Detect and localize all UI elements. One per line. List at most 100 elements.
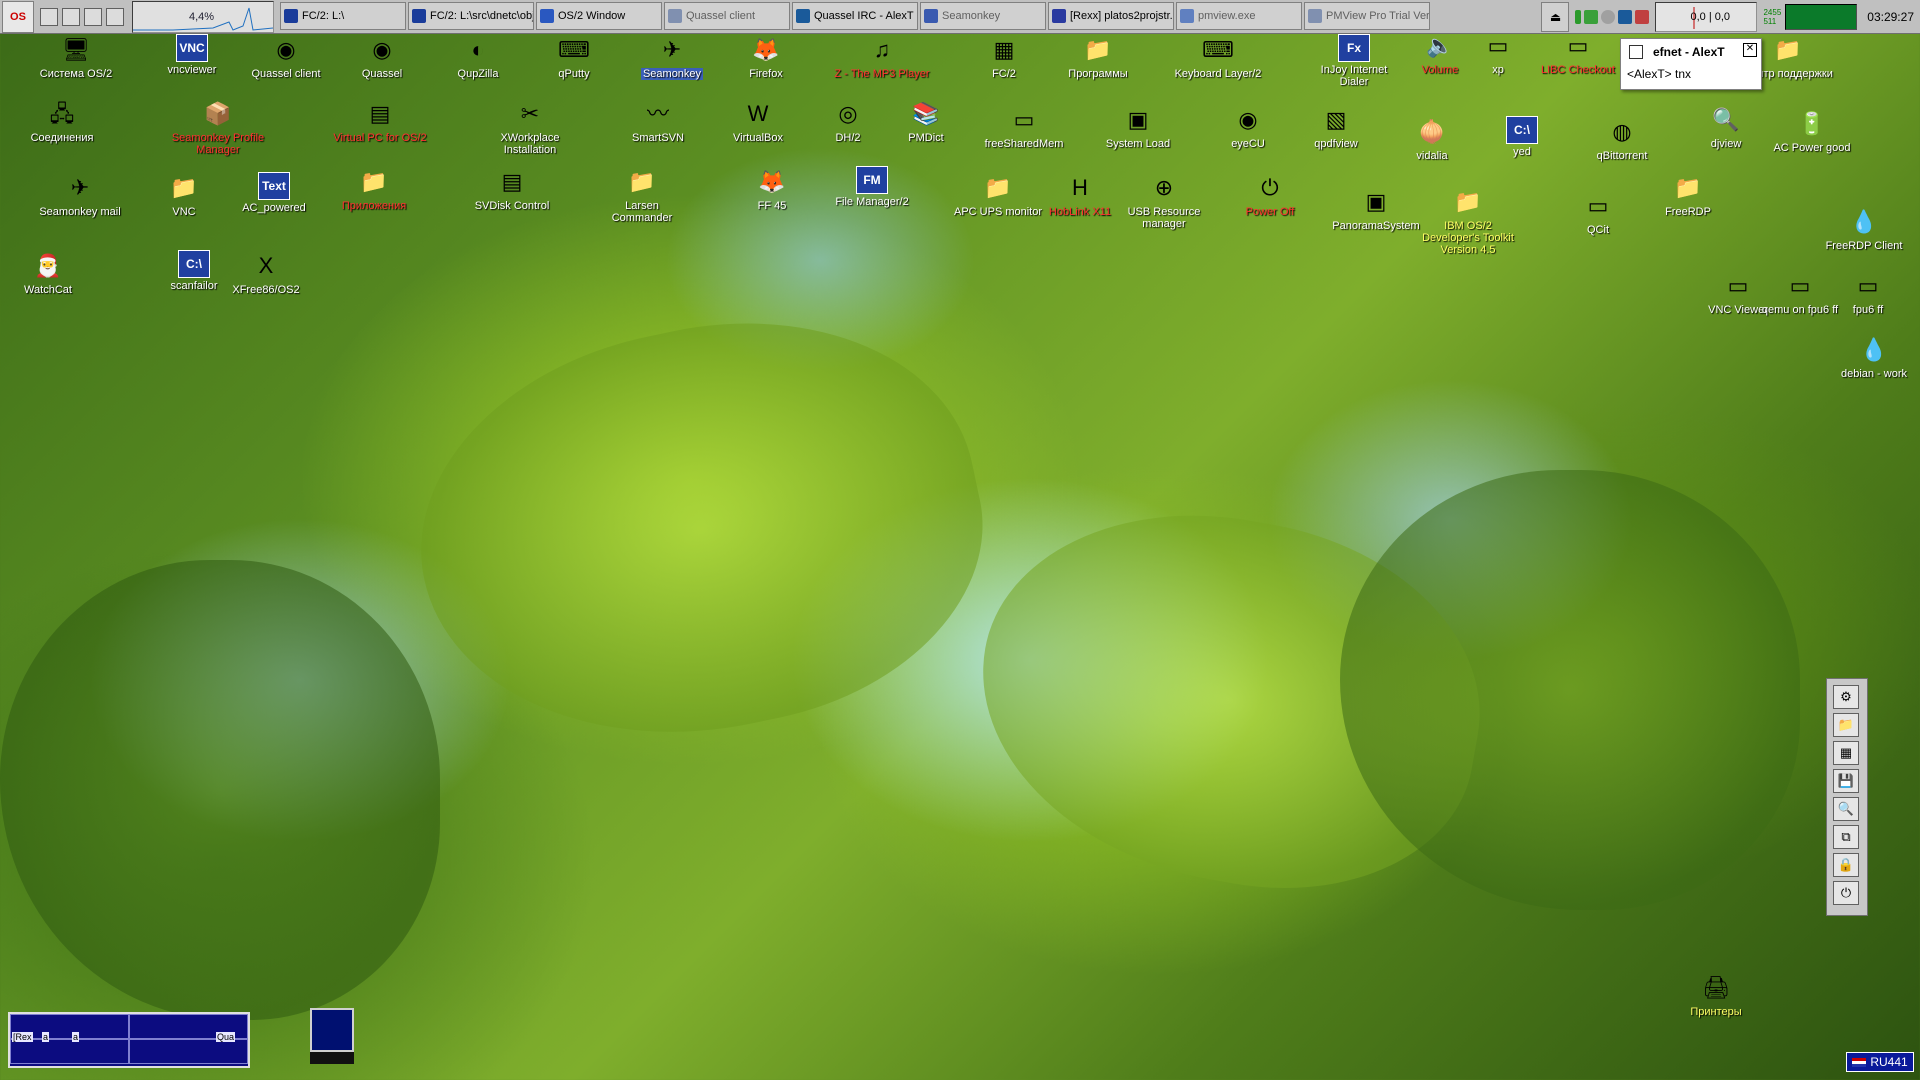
- task-button[interactable]: FC/2: L:\src\dnetc\obj_: [408, 1, 534, 30]
- desktop-icon[interactable]: 💧 FreeRDP Client: [1816, 206, 1912, 252]
- folder-icon[interactable]: 📁: [1833, 713, 1859, 737]
- desktop-icon-label: djview: [1710, 138, 1742, 150]
- lifebuoy-icon[interactable]: [84, 7, 102, 26]
- os-menu-button[interactable]: OS: [2, 0, 34, 33]
- eject-button[interactable]: ⏏: [1541, 2, 1570, 32]
- desktop-icon[interactable]: 🎅 WatchCat: [0, 250, 96, 296]
- desktop-icon[interactable]: Fx InJoy Internet Dialer: [1306, 34, 1402, 88]
- pager-window[interactable]: [Rex: [12, 1032, 33, 1042]
- memory-monitor[interactable]: [1785, 4, 1858, 30]
- cpu-monitor[interactable]: 4,4%: [132, 0, 274, 33]
- desktop-icon[interactable]: ⌨ Keyboard Layer/2: [1170, 34, 1266, 80]
- desktop-icon[interactable]: ♫ Z - The MP3 Player: [834, 34, 930, 80]
- virtual-desktop-pager[interactable]: [Rex a a Qua: [8, 1012, 250, 1068]
- desktop-icon[interactable]: ⏻ Power Off: [1222, 172, 1318, 218]
- desktop-icon[interactable]: 🦊 Firefox: [718, 34, 814, 80]
- task-button[interactable]: OS/2 Window: [536, 1, 662, 30]
- save-icon[interactable]: 💾: [1833, 769, 1859, 793]
- desktop-icon-label: Larsen Commander: [611, 200, 673, 224]
- desktop-icon[interactable]: 🦊 FF 45: [724, 166, 820, 212]
- desktop-icon[interactable]: VNC vncviewer: [144, 34, 240, 76]
- desktop-icon[interactable]: FM File Manager/2: [824, 166, 920, 208]
- settings-icon[interactable]: ⚙: [1833, 685, 1859, 709]
- desktop-icon[interactable]: 🔍 djview: [1678, 104, 1774, 150]
- battery-tray-icon[interactable]: [1575, 10, 1582, 24]
- desktop-icon[interactable]: ◉ Quassel: [334, 34, 430, 80]
- desktop-icon[interactable]: ▭ freeSharedMem: [976, 104, 1072, 150]
- windows-icon[interactable]: ⧉: [1833, 825, 1859, 849]
- desktop-icon[interactable]: 📚 PMDict: [878, 98, 974, 144]
- desktop-icon[interactable]: ▭ LIBC Checkout: [1530, 30, 1626, 76]
- desktop-icon[interactable]: ▭ QCit: [1550, 190, 1646, 236]
- close-icon[interactable]: ✕: [1743, 43, 1757, 57]
- desktop-icon[interactable]: ▦ FC/2: [956, 34, 1052, 80]
- desktop-icon-label: Система OS/2: [39, 68, 113, 80]
- desktop-icon[interactable]: ▭ fpu6 ff: [1820, 270, 1916, 316]
- search-icon[interactable]: 🔍: [1833, 797, 1859, 821]
- desktop-icon[interactable]: ◉ Quassel client: [238, 34, 334, 80]
- window-list-icon[interactable]: [40, 7, 58, 26]
- drives-icon[interactable]: [62, 7, 80, 26]
- desktop-icon[interactable]: ⊕ USB Resource manager: [1116, 172, 1212, 230]
- desktop-icon[interactable]: 🔋 AC Power good: [1764, 108, 1860, 154]
- desktop-icon[interactable]: ✈ Seamonkey: [624, 34, 720, 80]
- desktop-icon[interactable]: 💧 debian - work: [1826, 334, 1920, 380]
- keyboard-layout-indicator[interactable]: RU441: [1846, 1052, 1914, 1072]
- desktop-icon[interactable]: 🖥 Система OS/2: [28, 34, 124, 80]
- mini-monitor-icon[interactable]: [310, 1008, 354, 1052]
- usb-manager-icon: ⊕: [1154, 175, 1174, 200]
- desktop-icon[interactable]: 🖨 Принтеры: [1668, 972, 1764, 1018]
- desktop-icon[interactable]: ▤ Virtual PC for OS/2: [332, 98, 428, 144]
- desktop-icon[interactable]: 📁 VNC: [136, 172, 232, 218]
- net-counter-top: 2455: [1763, 8, 1782, 17]
- desktop-icon-label: debian - work: [1840, 368, 1908, 380]
- desktop-icon-label: Seamonkey Profile Manager: [171, 132, 265, 156]
- task-button[interactable]: PMView Pro Trial Versio: [1304, 1, 1430, 30]
- vnc-tray-icon[interactable]: [1635, 10, 1650, 24]
- task-button[interactable]: [Rexx] platos2projstr.cm: [1048, 1, 1174, 30]
- network-tray-icon[interactable]: [1584, 10, 1599, 24]
- desktop-icon[interactable]: ▣ System Load: [1090, 104, 1186, 150]
- desktop-icon[interactable]: X XFree86/OS2: [218, 250, 314, 296]
- desktop-icon[interactable]: 📁 FreeRDP: [1640, 172, 1736, 218]
- desktop-icon-label: File Manager/2: [835, 196, 909, 208]
- task-button[interactable]: pmview.exe: [1176, 1, 1302, 30]
- desktop-icon[interactable]: 📁 Larsen Commander: [594, 166, 690, 224]
- desktop-icon[interactable]: H HobLink X11: [1032, 172, 1128, 218]
- quassel-tray-icon[interactable]: [1618, 10, 1633, 24]
- task-button[interactable]: Quassel IRC - AlexT (efr: [792, 1, 918, 30]
- desktop-icon[interactable]: ▣ PanoramaSystem: [1328, 186, 1424, 232]
- desktop-icon[interactable]: W VirtualBox: [710, 98, 806, 144]
- lock-icon[interactable]: 🔒: [1833, 853, 1859, 877]
- desktop-icon[interactable]: 📁 IBM OS/2 Developer's Toolkit Version 4.…: [1420, 186, 1516, 256]
- desktop-icon[interactable]: 🧅 vidalia: [1384, 116, 1480, 162]
- desktop-icon[interactable]: 〰 SmartSVN: [610, 98, 706, 144]
- pager-window[interactable]: Qua: [216, 1032, 236, 1042]
- globe-tray-icon[interactable]: [1601, 10, 1616, 24]
- desktop-icon[interactable]: C:\ yed: [1474, 116, 1570, 158]
- desktop-icon[interactable]: ✈ Seamonkey mail: [32, 172, 128, 218]
- pager-window[interactable]: a: [72, 1032, 80, 1042]
- task-button[interactable]: FC/2: L:\: [280, 1, 406, 30]
- desktop-icon[interactable]: Text AC_powered: [226, 172, 322, 214]
- desktop-icon[interactable]: ◐ QupZilla: [430, 34, 526, 80]
- desktop-icon[interactable]: ◍ qBittorrent: [1574, 116, 1670, 162]
- desktop-icon[interactable]: ✂ XWorkplace Installation: [482, 98, 578, 156]
- pager-window[interactable]: a: [42, 1032, 50, 1042]
- desktop-icon[interactable]: ▤ SVDisk Control: [464, 166, 560, 212]
- task-button[interactable]: Seamonkey: [920, 1, 1046, 30]
- desktop-icon[interactable]: 🖧 Соединения: [14, 98, 110, 144]
- net-meter[interactable]: 0,0 | 0,0: [1655, 2, 1758, 32]
- task-button[interactable]: Quassel client: [664, 1, 790, 30]
- power-icon[interactable]: ⏻: [1833, 881, 1859, 905]
- irc-notification[interactable]: efnet - AlexT ✕ <AlexT> tnx: [1620, 38, 1762, 90]
- desktop-icon[interactable]: 📦 Seamonkey Profile Manager: [170, 98, 266, 156]
- desktop-icon[interactable]: 📁 Приложения: [326, 166, 422, 212]
- box-icon[interactable]: [106, 7, 124, 26]
- desktop-icon[interactable]: ◉ eyeCU: [1200, 104, 1296, 150]
- clock[interactable]: 03:29:27: [1867, 10, 1914, 24]
- desktop-icon[interactable]: ⌨ qPutty: [526, 34, 622, 80]
- desktop-icon[interactable]: 📁 Программы: [1050, 34, 1146, 80]
- window-icon[interactable]: ▦: [1833, 741, 1859, 765]
- desktop-icon[interactable]: ▧ qpdfview: [1288, 104, 1384, 150]
